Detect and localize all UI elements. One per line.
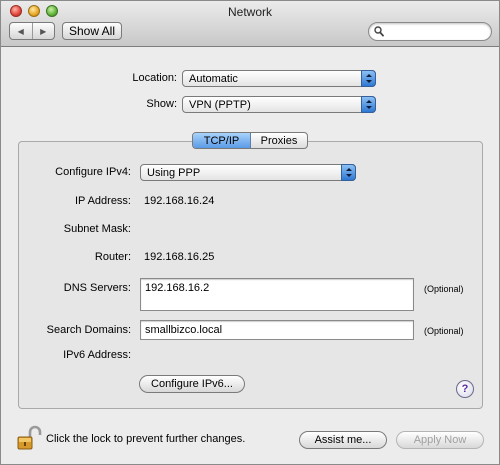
- configure-ipv4-value: Using PPP: [147, 167, 201, 179]
- assist-me-button[interactable]: Assist me...: [299, 431, 387, 449]
- lock-icon[interactable]: [16, 425, 42, 451]
- lock-message: Click the lock to prevent further change…: [46, 433, 246, 445]
- search-icon: [374, 26, 384, 37]
- help-icon[interactable]: ?: [456, 380, 474, 398]
- search-domains-field[interactable]: smallbizco.local: [140, 320, 414, 340]
- location-value: Automatic: [189, 73, 238, 85]
- dns-optional-note: (Optional): [424, 284, 464, 294]
- ip-address-value: 192.168.16.24: [144, 195, 215, 207]
- back-forward-control: ◀ ▶: [9, 22, 55, 40]
- tab-tcpip[interactable]: TCP/IP: [193, 133, 251, 148]
- search-input[interactable]: [387, 24, 485, 39]
- show-popup[interactable]: VPN (PPTP): [182, 96, 376, 113]
- router-label: Router:: [94, 251, 131, 263]
- configure-ipv4-popup[interactable]: Using PPP: [140, 164, 356, 181]
- router-value: 192.168.16.25: [144, 251, 215, 263]
- popup-arrows-icon: [341, 164, 356, 181]
- configure-ipv6-button[interactable]: Configure IPv6...: [139, 375, 245, 393]
- back-arrow-icon[interactable]: ◀: [10, 23, 33, 39]
- location-label: Location:: [132, 72, 177, 84]
- show-label: Show:: [146, 98, 177, 110]
- apply-now-button[interactable]: Apply Now: [396, 431, 484, 449]
- show-all-button[interactable]: Show All: [62, 22, 122, 40]
- search-optional-note: (Optional): [424, 326, 464, 336]
- configure-ipv4-label: Configure IPv4:: [55, 166, 131, 178]
- subnet-mask-label: Subnet Mask:: [63, 223, 131, 235]
- ip-address-label: IP Address:: [74, 195, 131, 207]
- network-window: Network ◀ ▶ Show All Location: Automatic…: [0, 0, 500, 465]
- window-title: Network: [227, 5, 272, 19]
- popup-arrows-icon: [361, 96, 376, 113]
- location-popup[interactable]: Automatic: [182, 70, 376, 87]
- show-value: VPN (PPTP): [189, 99, 251, 111]
- dns-servers-label: DNS Servers:: [63, 282, 131, 294]
- tab-proxies[interactable]: Proxies: [251, 133, 307, 148]
- tab-bar: TCP/IP Proxies: [192, 132, 308, 149]
- forward-arrow-icon[interactable]: ▶: [33, 23, 55, 39]
- dns-servers-field[interactable]: 192.168.16.2: [140, 278, 414, 311]
- ipv6-address-label: IPv6 Address:: [63, 349, 131, 361]
- search-domains-label: Search Domains:: [46, 324, 131, 336]
- tcpip-panel: [18, 141, 483, 409]
- title-toolbar: Network ◀ ▶ Show All: [1, 1, 499, 47]
- popup-arrows-icon: [361, 70, 376, 87]
- search-field[interactable]: [368, 22, 492, 41]
